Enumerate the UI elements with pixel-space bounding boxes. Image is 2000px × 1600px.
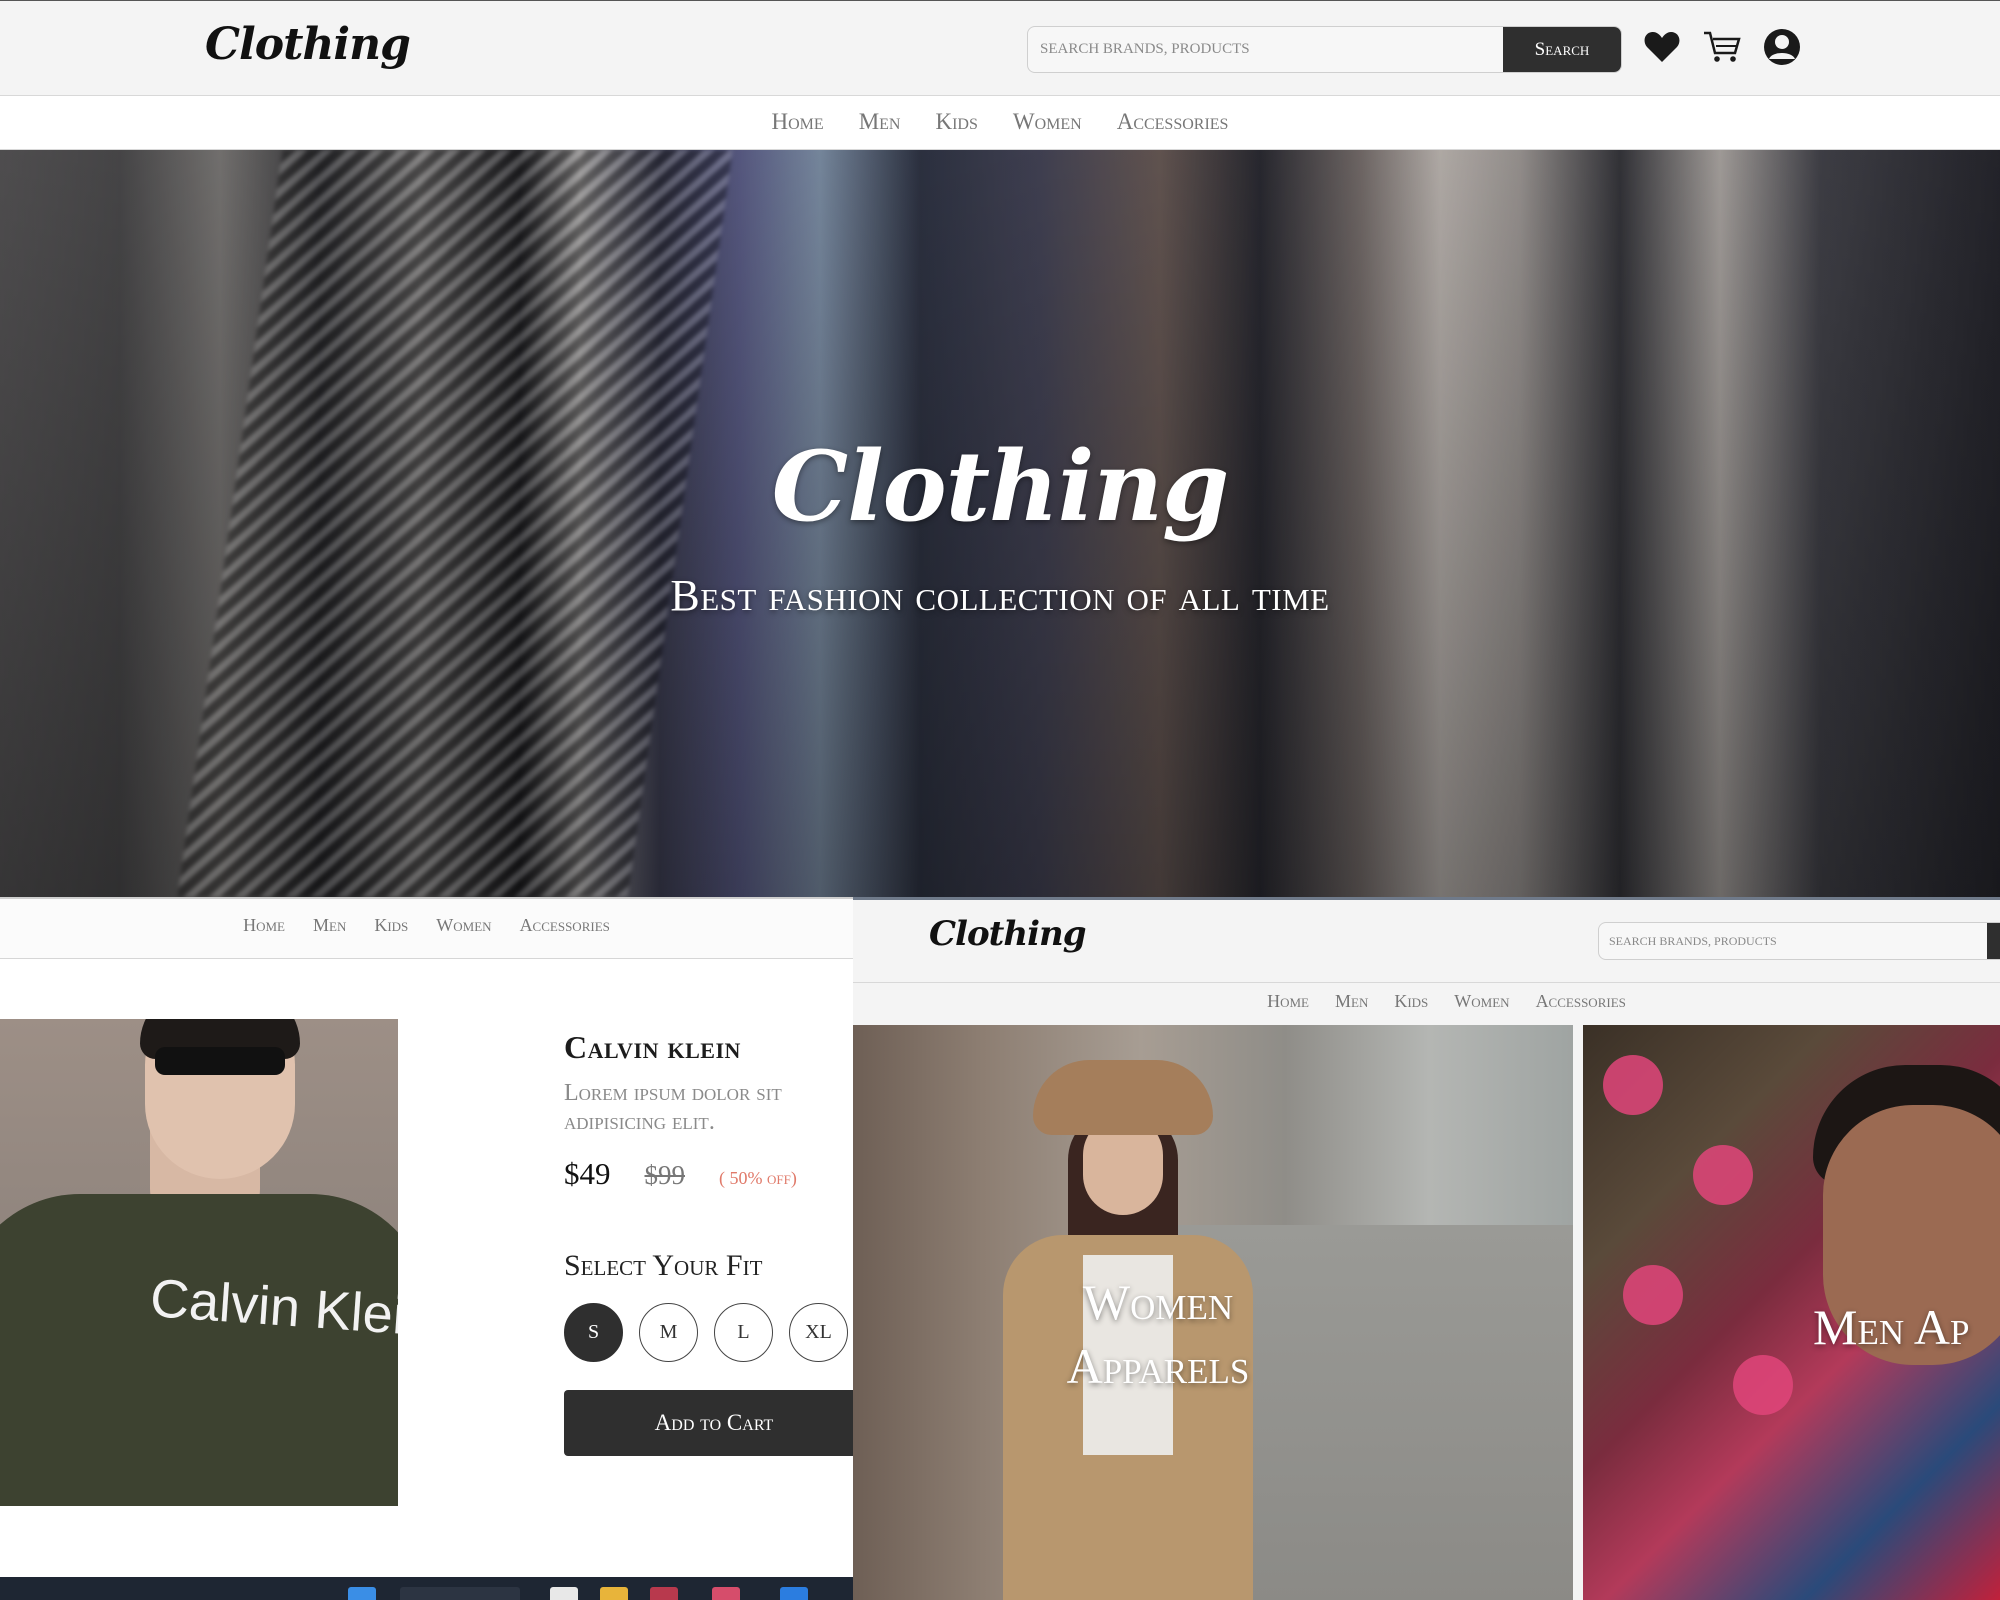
windows-start-icon[interactable] (348, 1587, 376, 1600)
main-nav: Home Men Kids Women Accessories (0, 96, 2000, 150)
top-header: Clothing Search (0, 0, 2000, 96)
heart-icon[interactable] (1642, 27, 1682, 67)
nav-home[interactable]: Home (243, 915, 285, 936)
taskbar-app-icon[interactable] (712, 1587, 740, 1600)
cart-icon[interactable] (1702, 27, 1742, 67)
site-logo[interactable]: Clothing (929, 914, 1086, 954)
categories-header: Clothing (853, 900, 2000, 983)
nav-accessories[interactable]: Accessories (1536, 991, 1626, 1012)
description-line: adipisicing elit. (564, 1109, 715, 1135)
user-icon[interactable] (1762, 27, 1802, 67)
product-nav: Home Men Kids Women Accessories (0, 899, 853, 959)
search-box (1598, 922, 2000, 960)
nav-men[interactable]: Men (313, 915, 346, 936)
model-hat (1033, 1060, 1213, 1135)
size-l-button[interactable]: L (714, 1303, 773, 1362)
nav-home[interactable]: Home (1267, 991, 1309, 1012)
original-price: $99 (644, 1160, 686, 1190)
model-tshirt (0, 1194, 398, 1506)
add-to-cart-button[interactable]: Add to Cart (564, 1390, 853, 1456)
site-logo[interactable]: Clothing (205, 19, 411, 70)
hero-logo: Clothing (771, 430, 1229, 543)
description-line: Lorem ipsum dolor sit (564, 1080, 782, 1106)
taskbar-search-icon[interactable] (400, 1587, 520, 1600)
search-input[interactable] (1599, 923, 1979, 959)
product-page-screenshot: Home Men Kids Women Accessories Calvin K… (0, 897, 853, 1600)
flower-decoration (1623, 1265, 1683, 1325)
categories-page-screenshot: Clothing Home Men Kids Women Accessories… (853, 897, 2000, 1600)
search-button[interactable] (1987, 923, 2000, 959)
discount-label: ( 50% off) (719, 1168, 797, 1188)
nav-home[interactable]: Home (772, 109, 824, 135)
taskbar-app-icon[interactable] (650, 1587, 678, 1600)
size-m-button[interactable]: M (639, 1303, 698, 1362)
current-price: $49 (564, 1156, 611, 1191)
size-s-button[interactable]: S (564, 1303, 623, 1362)
women-category-card[interactable]: Women Apparels (853, 1025, 1573, 1600)
nav-kids[interactable]: Kids (935, 109, 977, 135)
nav-accessories[interactable]: Accessories (1117, 109, 1229, 135)
search-button[interactable]: Search (1503, 27, 1621, 72)
os-taskbar (0, 1577, 853, 1600)
product-title: Calvin klein (564, 1029, 741, 1065)
nav-accessories[interactable]: Accessories (520, 915, 610, 936)
nav-women[interactable]: Women (436, 915, 491, 936)
product-main-image: Calvin Klein (0, 1019, 398, 1506)
nav-women[interactable]: Women (1454, 991, 1509, 1012)
folder-icon[interactable] (600, 1587, 628, 1600)
women-category-title: Women Apparels (1066, 1274, 1250, 1394)
model-sunglasses (155, 1047, 285, 1075)
size-selector: S M L XL (564, 1303, 848, 1362)
price-row: $49 $99 ( 50% off) (564, 1156, 797, 1192)
search-box: Search (1027, 26, 1622, 73)
men-category-card[interactable]: Men Ap (1583, 1025, 2000, 1600)
hero-banner: Clothing Best fashion collection of all … (0, 150, 2000, 897)
fit-label: Select Your Fit (564, 1249, 763, 1282)
flower-decoration (1733, 1355, 1793, 1415)
nav-women[interactable]: Women (1013, 109, 1082, 135)
nav-kids[interactable]: Kids (1394, 991, 1428, 1012)
taskbar-app-icon[interactable] (780, 1587, 808, 1600)
hero-tagline: Best fashion collection of all time (670, 571, 1330, 620)
product-description: Lorem ipsum dolor sit adipisicing elit. (564, 1079, 853, 1137)
categories-nav: Home Men Kids Women Accessories (853, 983, 2000, 1025)
search-input[interactable] (1028, 27, 1503, 72)
nav-kids[interactable]: Kids (374, 915, 408, 936)
flower-decoration (1603, 1055, 1663, 1115)
nav-men[interactable]: Men (1335, 991, 1368, 1012)
men-category-title: Men Ap (1813, 1299, 1970, 1355)
size-xl-button[interactable]: XL (789, 1303, 848, 1362)
nav-men[interactable]: Men (859, 109, 901, 135)
taskbar-app-icon[interactable] (550, 1587, 578, 1600)
flower-decoration (1693, 1145, 1753, 1205)
